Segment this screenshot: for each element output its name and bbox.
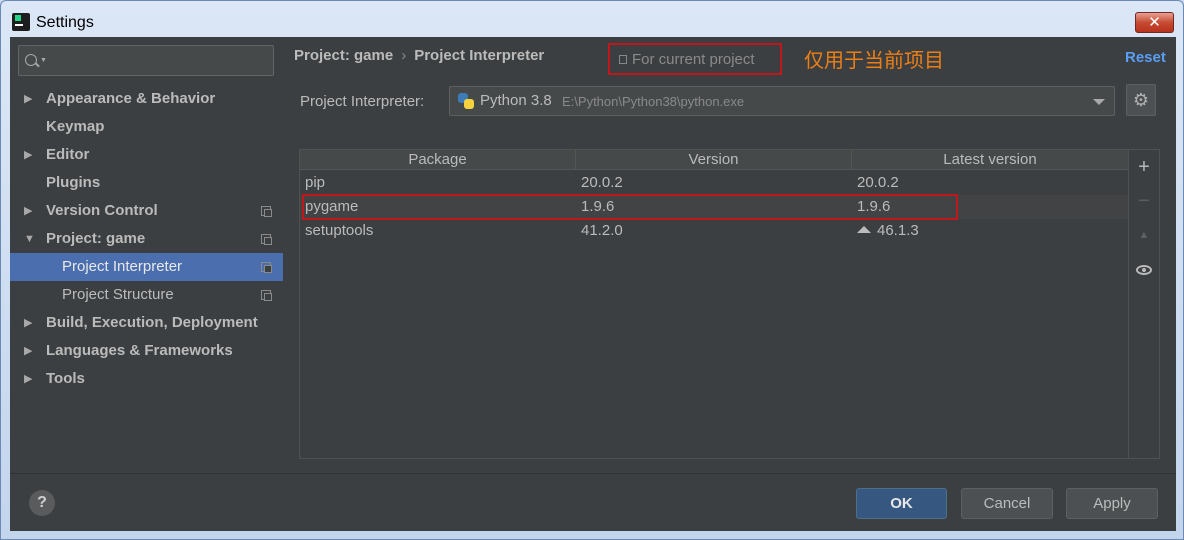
upgrade-package-button[interactable]: ▲ [1129, 220, 1159, 250]
pycharm-app-icon [12, 13, 30, 31]
latest-version-value: 46.1.3 [877, 222, 919, 239]
gear-icon[interactable]: ⚙ [1126, 84, 1156, 116]
sidebar-item-keymap[interactable]: Keymap [10, 113, 283, 141]
settings-tree: ▶ Appearance & Behavior Keymap ▶ Editor Plugi… [10, 85, 283, 393]
sidebar-item-label: Project Structure [62, 286, 174, 303]
settings-sidebar: ▼ ▶ Appearance & Behavior Keymap ▶ Editor Plu… [10, 37, 283, 473]
column-header-package[interactable]: Package [300, 150, 576, 170]
interpreter-label: Project Interpreter: [300, 93, 425, 110]
cell-latest: 46.1.3 [857, 219, 919, 243]
help-button[interactable]: ? [29, 490, 55, 516]
eye-icon [1136, 265, 1152, 275]
sidebar-item-label: Build, Execution, Deployment [46, 314, 258, 331]
project-scope-icon [261, 206, 272, 217]
breadcrumb-project: Project: game [294, 47, 394, 64]
project-scope-icon [261, 234, 272, 245]
project-scope-icon [619, 55, 627, 64]
expand-arrow-icon[interactable]: ▶ [24, 309, 36, 337]
sidebar-item-tools[interactable]: ▶ Tools [10, 365, 283, 393]
project-scope-icon [261, 290, 272, 301]
remove-package-button[interactable]: − [1129, 186, 1159, 216]
breadcrumb: Project: game › Project Interpreter [294, 47, 544, 64]
sidebar-item-label: Plugins [46, 174, 101, 191]
cell-package: setuptools [305, 222, 374, 239]
reset-link[interactable]: Reset [1125, 49, 1166, 66]
search-input[interactable]: ▼ [18, 45, 274, 76]
expand-arrow-icon[interactable]: ▶ [24, 337, 36, 365]
sidebar-item-version-control[interactable]: ▶ Version Control [10, 197, 283, 225]
sidebar-item-project-interpreter[interactable]: Project Interpreter [10, 253, 283, 281]
close-button[interactable]: ✕ [1135, 12, 1174, 33]
sidebar-item-label: Editor [46, 146, 90, 163]
sidebar-item-editor[interactable]: ▶ Editor [10, 141, 283, 169]
sidebar-item-project-structure[interactable]: Project Structure [10, 281, 283, 309]
settings-window: Settings ✕ ▼ ▶ Appearance & Behavior Keyma… [0, 0, 1184, 540]
table-header: Package Version Latest version [300, 150, 1128, 170]
expand-arrow-icon[interactable]: ▶ [24, 197, 36, 225]
sidebar-item-label: Version Control [46, 202, 158, 219]
cancel-button[interactable]: Cancel [961, 488, 1053, 519]
sidebar-item-appearance-behavior[interactable]: ▶ Appearance & Behavior [10, 85, 283, 113]
expand-arrow-open-icon[interactable]: ▼ [24, 225, 36, 253]
expand-arrow-icon[interactable]: ▶ [24, 85, 36, 113]
add-package-button[interactable]: + [1129, 152, 1159, 182]
sidebar-item-label: Appearance & Behavior [46, 90, 216, 107]
cell-version: 20.0.2 [581, 174, 623, 191]
search-icon [25, 54, 37, 66]
cell-package: pip [305, 174, 326, 191]
expand-arrow-icon[interactable]: ▶ [24, 365, 36, 393]
ok-button[interactable]: OK [856, 488, 947, 519]
sidebar-item-label: Project: game [46, 230, 146, 247]
project-scope-icon [261, 262, 272, 273]
chevron-down-icon: ▼ [40, 57, 47, 64]
interpreter-path: E:\Python\Python38\python.exe [562, 94, 745, 109]
table-row[interactable]: pip 20.0.2 20.0.2 [300, 171, 1128, 195]
column-header-latest-version[interactable]: Latest version [852, 150, 1128, 170]
breadcrumb-separator: › [401, 47, 407, 64]
sidebar-item-plugins[interactable]: Plugins [10, 169, 283, 197]
apply-button[interactable]: Apply [1066, 488, 1158, 519]
table-row[interactable]: setuptools 41.2.0 46.1.3 [300, 219, 1128, 243]
sidebar-item-project-game[interactable]: ▼ Project: game [10, 225, 283, 253]
upgrade-available-icon [857, 226, 871, 233]
python-icon [458, 93, 474, 109]
table-toolbar: + − ▲ [1129, 149, 1160, 459]
dialog-footer: ? OK Cancel Apply [10, 473, 1176, 531]
row-highlight-box [302, 194, 958, 220]
sidebar-item-build-execution-deployment[interactable]: ▶ Build, Execution, Deployment [10, 309, 283, 337]
chevron-down-icon [1093, 99, 1105, 105]
sidebar-item-label: Languages & Frameworks [46, 342, 233, 359]
breadcrumb-page: Project Interpreter [414, 47, 545, 64]
interpreter-select[interactable]: Python 3.8 E:\Python\Python38\python.exe [449, 86, 1115, 116]
expand-arrow-icon[interactable]: ▶ [24, 141, 36, 169]
interpreter-name: Python 3.8 [480, 92, 552, 109]
show-early-releases-button[interactable] [1129, 254, 1159, 284]
cell-version: 41.2.0 [581, 222, 623, 239]
annotation-text: 仅用于当前项目 [804, 48, 944, 72]
sidebar-item-languages-frameworks[interactable]: ▶ Languages & Frameworks [10, 337, 283, 365]
cell-latest: 20.0.2 [857, 174, 899, 191]
packages-table: Package Version Latest version pip 20.0.2… [299, 149, 1129, 459]
title-bar: Settings ✕ [1, 1, 1183, 37]
scope-highlight-box: For current project [608, 43, 782, 75]
sidebar-item-label: Project Interpreter [62, 258, 183, 275]
sidebar-item-label: Tools [46, 370, 85, 387]
dialog-body: ▼ ▶ Appearance & Behavior Keymap ▶ Editor Plu… [10, 37, 1176, 531]
column-header-version[interactable]: Version [576, 150, 852, 170]
sidebar-item-label: Keymap [46, 118, 105, 135]
scope-label: For current project [632, 51, 755, 68]
window-title: Settings [36, 14, 94, 31]
main-panel: Project: game › Project Interpreter For cu… [283, 37, 1176, 473]
